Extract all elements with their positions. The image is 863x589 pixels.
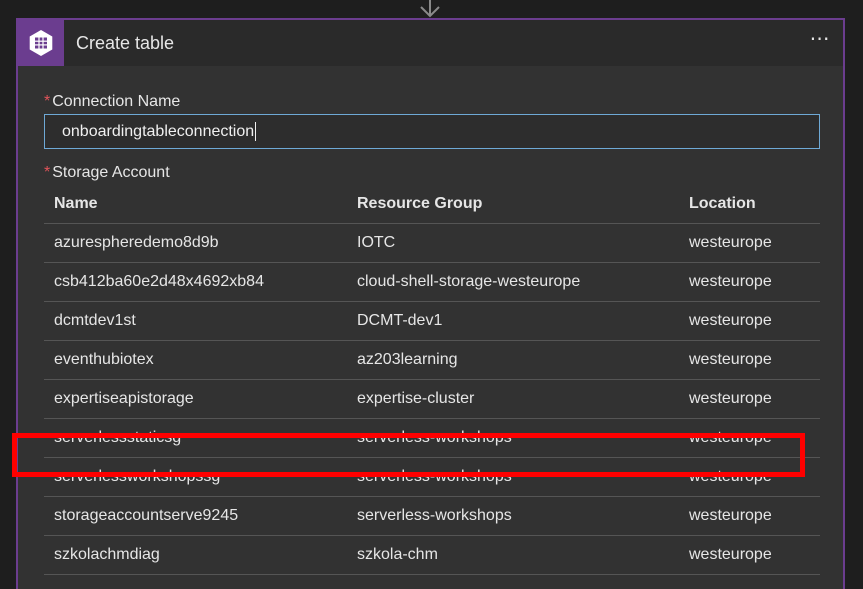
designer-canvas: Create table ⋯ * Connection Name onboardi… <box>0 0 863 589</box>
required-asterisk: * <box>44 164 51 181</box>
table-row[interactable]: azurespheredemo8d9b IOTC westeurope <box>44 224 820 263</box>
cell-location: westeurope <box>689 273 772 290</box>
cell-name: serverlessstaticsg <box>54 429 182 446</box>
table-row[interactable]: dcmtdev1st DCMT-dev1 westeurope <box>44 302 820 341</box>
action-icon-box <box>18 20 64 66</box>
cell-name: storageaccountserve9245 <box>54 507 239 524</box>
connection-name-label: * Connection Name <box>44 93 180 111</box>
cell-location: westeurope <box>689 546 772 563</box>
text-caret <box>255 122 257 142</box>
storage-account-table: Name Resource Group Location azuresphere… <box>44 184 820 575</box>
cell-location: westeurope <box>689 234 772 251</box>
storage-account-label: * Storage Account <box>44 164 170 182</box>
required-asterisk: * <box>44 93 51 110</box>
table-row[interactable]: serverlessstaticsg serverless-workshops … <box>44 419 820 458</box>
card-header[interactable]: Create table ⋯ <box>18 20 843 66</box>
arrow-down-icon <box>420 0 440 18</box>
table-storage-icon <box>29 30 53 56</box>
cell-resource-group: expertise-cluster <box>357 390 475 407</box>
column-header-resource-group: Resource Group <box>357 195 483 212</box>
cell-resource-group: IOTC <box>357 234 396 251</box>
table-row[interactable]: szkolachmdiag szkola-chm westeurope <box>44 536 820 575</box>
cell-location: westeurope <box>689 312 772 329</box>
cell-location: westeurope <box>689 351 772 368</box>
connection-name-label-text: Connection Name <box>52 93 181 110</box>
column-header-location: Location <box>689 195 756 212</box>
cell-resource-group: serverless-workshops <box>357 468 512 485</box>
cell-name: expertiseapistorage <box>54 390 194 407</box>
table-row[interactable]: expertiseapistorage expertise-cluster we… <box>44 380 820 419</box>
more-options-button[interactable]: ⋯ <box>807 29 833 52</box>
cell-name: szkolachmdiag <box>54 546 160 563</box>
cell-resource-group: cloud-shell-storage-westeurope <box>357 273 581 290</box>
storage-account-label-text: Storage Account <box>52 164 170 181</box>
cell-resource-group: DCMT-dev1 <box>357 312 443 329</box>
cell-location: westeurope <box>689 390 772 407</box>
cell-name: azurespheredemo8d9b <box>54 234 219 251</box>
cell-name: dcmtdev1st <box>54 312 136 329</box>
table-row[interactable]: eventhubiotex az203learning westeurope <box>44 341 820 380</box>
cell-name: serverlessworkshopssg <box>54 468 221 485</box>
table-row[interactable]: storageaccountserve9245 serverless-works… <box>44 497 820 536</box>
cell-resource-group: serverless-workshops <box>357 507 512 524</box>
table-row-selected[interactable]: serverlessworkshopssg serverless-worksho… <box>44 458 820 497</box>
cell-name: csb412ba60e2d48x4692xb84 <box>54 273 264 290</box>
create-table-action-card: Create table ⋯ * Connection Name onboardi… <box>16 18 845 589</box>
cell-resource-group: serverless-workshops <box>357 429 512 446</box>
table-header: Name Resource Group Location <box>44 184 820 224</box>
card-title: Create table <box>76 33 175 53</box>
connection-name-input[interactable]: onboardingtableconnection <box>44 114 820 149</box>
cell-resource-group: az203learning <box>357 351 458 368</box>
column-header-name: Name <box>54 195 98 212</box>
cell-location: westeurope <box>689 468 772 485</box>
table-row[interactable]: csb412ba60e2d48x4692xb84 cloud-shell-sto… <box>44 263 820 302</box>
cell-resource-group: szkola-chm <box>357 546 438 563</box>
connection-name-value: onboardingtableconnection <box>62 123 255 140</box>
cell-name: eventhubiotex <box>54 351 154 368</box>
cell-location: westeurope <box>689 429 772 446</box>
cell-location: westeurope <box>689 507 772 524</box>
